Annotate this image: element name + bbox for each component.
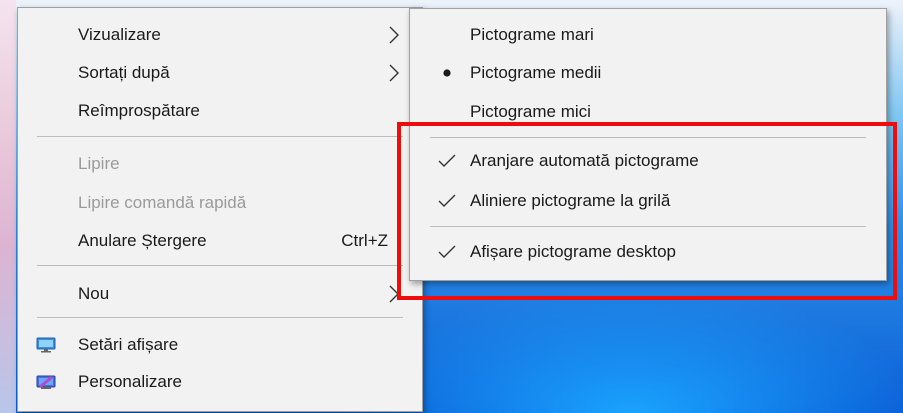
menu-item-personalize[interactable]: Personalizare (18, 363, 422, 401)
menu-item-view[interactable]: Vizualizare (18, 16, 422, 54)
menu-item-undo-delete[interactable]: Anulare Ștergere Ctrl+Z (18, 222, 422, 260)
menu-item-sort-by[interactable]: Sortați după (18, 54, 422, 92)
menu-item-label: Anulare Ștergere (78, 231, 207, 250)
menu-separator (430, 226, 866, 227)
submenu-item-large-icons[interactable]: Pictograme mari (410, 16, 886, 54)
chevron-right-icon (389, 285, 399, 303)
menu-item-refresh[interactable]: Reîmprospătare (18, 92, 422, 130)
submenu-item-medium-icons[interactable]: Pictograme medii (410, 54, 886, 92)
menu-item-label: Vizualizare (78, 25, 161, 44)
checkmark-icon (435, 233, 459, 271)
menu-item-display-settings[interactable]: Setări afișare (18, 326, 422, 364)
desktop-context-menu: Vizualizare Sortați după Reîmprospătare … (17, 7, 423, 412)
menu-item-label: Personalizare (78, 372, 182, 391)
menu-item-paste: Lipire (18, 145, 422, 183)
menu-item-label: Aranjare automată pictograme (470, 151, 699, 170)
menu-item-label: Pictograme mici (470, 102, 591, 121)
menu-item-label: Sortați după (78, 63, 170, 82)
chevron-right-icon (389, 26, 399, 44)
menu-item-label: Afișare pictograme desktop (470, 242, 676, 261)
menu-item-label: Setări afișare (78, 335, 179, 354)
menu-item-new[interactable]: Nou (18, 275, 422, 313)
checkmark-icon (435, 182, 459, 220)
menu-item-label: Aliniere pictograme la grilă (470, 191, 671, 210)
menu-separator (37, 317, 403, 318)
menu-item-label: Lipire comandă rapidă (78, 193, 247, 212)
menu-separator (37, 265, 403, 266)
display-settings-icon (36, 337, 56, 353)
submenu-item-align-to-grid[interactable]: Aliniere pictograme la grilă (410, 182, 886, 220)
menu-item-label: Reîmprospătare (78, 101, 200, 120)
keyboard-shortcut: Ctrl+Z (341, 231, 388, 250)
menu-item-label: Pictograme medii (470, 63, 602, 82)
radio-bullet-icon (435, 54, 459, 92)
menu-separator (37, 136, 403, 137)
view-submenu: Pictograme mari Pictograme medii Pictogr… (409, 8, 887, 281)
menu-item-label: Lipire (78, 154, 120, 173)
checkmark-icon (435, 142, 459, 180)
menu-separator (430, 137, 866, 138)
chevron-right-icon (389, 64, 399, 82)
menu-item-label: Pictograme mari (470, 25, 594, 44)
personalize-icon (36, 375, 56, 389)
submenu-item-small-icons[interactable]: Pictograme mici (410, 93, 886, 131)
menu-item-paste-shortcut: Lipire comandă rapidă (18, 184, 422, 222)
desktop-background-edge (0, 0, 16, 413)
submenu-item-auto-arrange[interactable]: Aranjare automată pictograme (410, 142, 886, 180)
submenu-item-show-desktop-icons[interactable]: Afișare pictograme desktop (410, 233, 886, 271)
menu-item-label: Nou (78, 284, 110, 303)
